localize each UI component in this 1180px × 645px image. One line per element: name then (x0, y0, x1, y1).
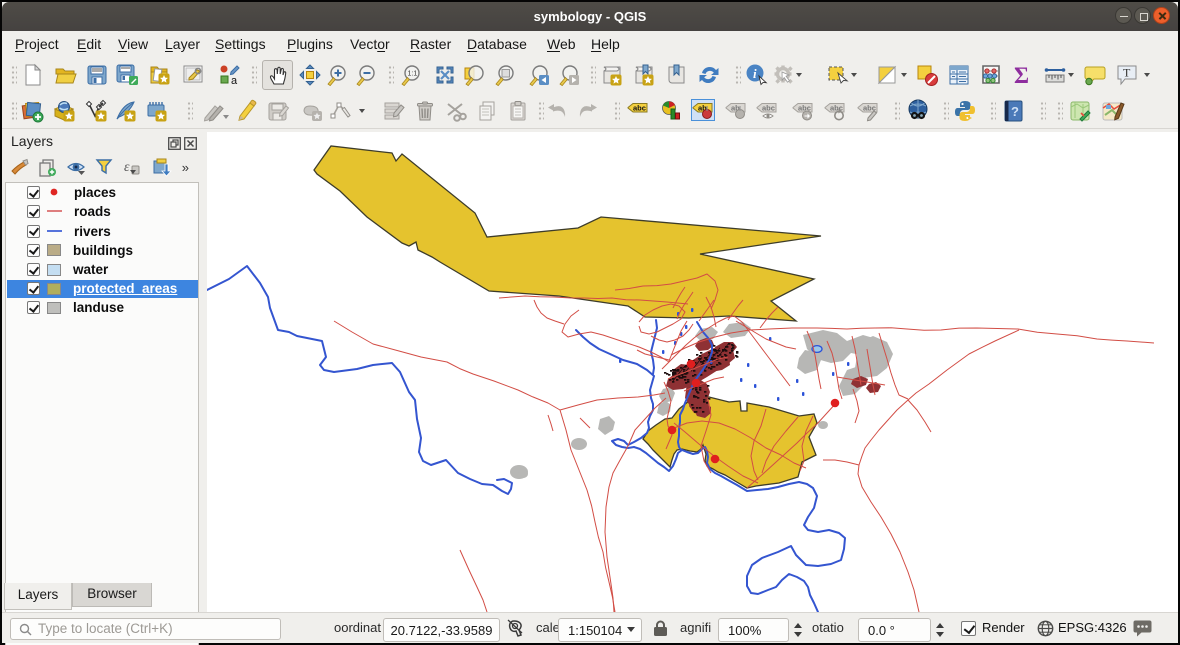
svg-text:1:1: 1:1 (407, 71, 417, 78)
svg-text:T: T (1123, 66, 1131, 80)
svg-text:abc: abc (633, 104, 646, 113)
svg-text:Σ: Σ (1014, 63, 1029, 87)
svg-text:a: a (231, 75, 238, 87)
svg-text:i: i (753, 66, 757, 81)
svg-text:?: ? (1011, 104, 1019, 119)
svg-text:abc: abc (762, 104, 775, 113)
